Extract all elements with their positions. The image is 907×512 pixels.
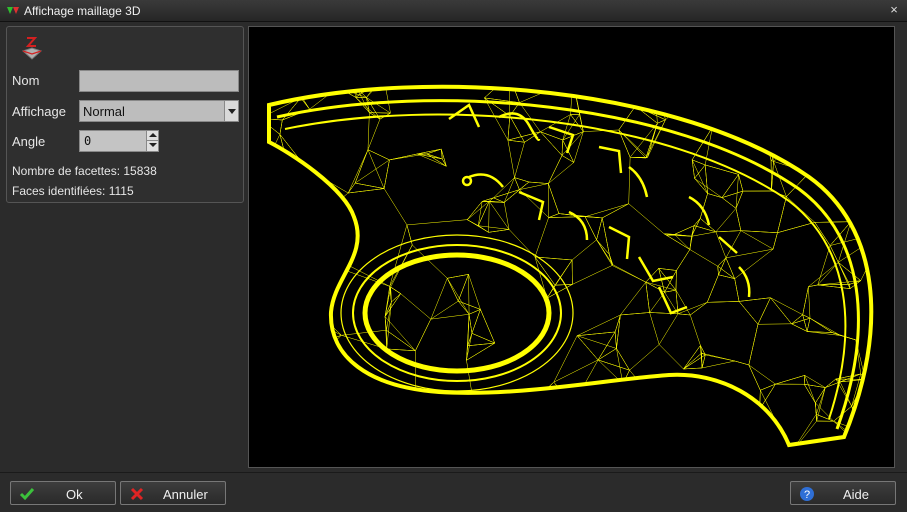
facets-count: Nombre de facettes: 15838 [12, 164, 157, 178]
chevron-down-icon[interactable] [224, 101, 238, 121]
app-icon [7, 7, 19, 14]
faces-identified: Faces identifiées: 1115 [12, 184, 134, 198]
display-label: Affichage [12, 104, 66, 119]
close-icon[interactable]: × [887, 3, 901, 17]
wireframe-mesh [267, 84, 874, 448]
window-title: Affichage maillage 3D [24, 4, 141, 18]
svg-text:?: ? [804, 489, 810, 501]
display-select-value: Normal [83, 104, 125, 119]
angle-spinbox[interactable]: 0 [79, 130, 159, 152]
help-button[interactable]: ? Aide [790, 481, 896, 505]
button-bar: Ok Annuler ? Aide [0, 472, 907, 512]
cross-icon [130, 487, 144, 501]
name-label: Nom [12, 73, 40, 88]
engraved-lettering [448, 103, 751, 315]
title-bar: Affichage maillage 3D × [0, 0, 907, 22]
properties-panel: Nom Affichage Normal Angle 0 Nombre de f… [6, 26, 244, 203]
mesh-viewport[interactable] [248, 26, 895, 468]
cancel-label: Annuler [163, 487, 208, 502]
spin-up-icon[interactable] [146, 131, 158, 141]
angle-value: 0 [84, 134, 92, 148]
ok-button[interactable]: Ok [10, 481, 116, 505]
check-icon [19, 488, 35, 501]
cancel-button[interactable]: Annuler [120, 481, 226, 505]
angle-label: Angle [12, 134, 46, 149]
display-select[interactable]: Normal [79, 100, 239, 122]
mesh-logo-icon [22, 37, 42, 60]
spin-down-icon[interactable] [146, 141, 158, 151]
help-label: Aide [843, 487, 870, 502]
help-icon: ? [800, 487, 814, 501]
name-input[interactable] [79, 70, 239, 92]
ok-label: Ok [66, 487, 83, 502]
